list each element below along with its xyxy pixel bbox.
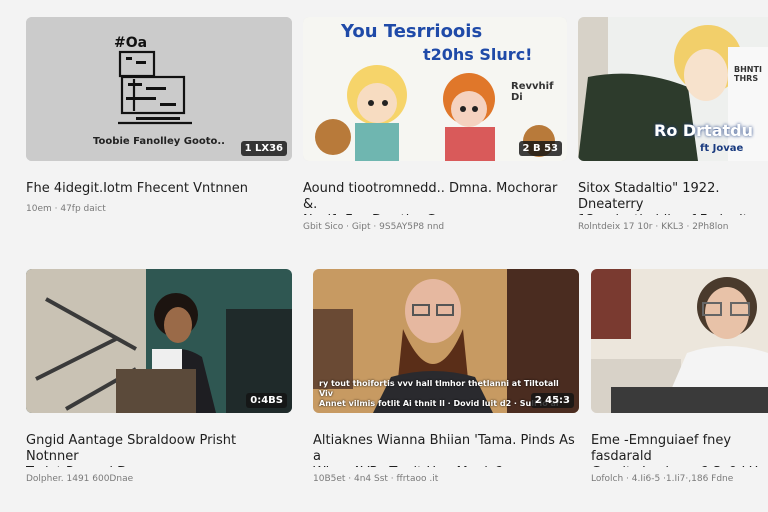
thumbnail-subheadline: t20hs Slurc! <box>423 45 533 64</box>
video-thumbnail[interactable] <box>591 269 768 413</box>
video-card[interactable]: ry tout thoifortis vvv hall tlmhor thetl… <box>313 269 579 484</box>
video-meta: 10B5et · 4n4 Sst · ffrtaoo .it <box>313 474 439 484</box>
duration-badge: 2 B 53 <box>518 141 562 156</box>
video-meta: Lofolch · 4.Ii6-5 ·1.Ii7·,186 Fdne <box>591 474 734 484</box>
video-card[interactable]: Ro Drtatdu ft Jovae BHNTI THRS Sitox Sta… <box>578 17 768 232</box>
duration-badge: 0:4BS <box>246 393 287 408</box>
thumbnail-drawing <box>591 269 768 413</box>
thumbnail-headline: Ro Drtatdu <box>654 121 753 140</box>
thumbnail-sign-text: #Oa <box>114 35 148 51</box>
thumbnail-subheadline: ft Jovae <box>700 143 744 154</box>
video-card[interactable]: 0:4BS Gngid Aantage Sbraldoow Prisht Not… <box>26 269 292 484</box>
video-meta: Rolntdeix 17 10r · KKL3 · 2Ph8lon <box>578 222 729 232</box>
video-meta: Gbit Sico · Gipt · 9S5AY5P8 nnd <box>303 222 445 232</box>
video-thumbnail[interactable]: 0:4BS <box>26 269 292 413</box>
video-meta: 10em · 47fp daict <box>26 204 106 214</box>
video-meta: Dolpher. 1491 600Dnae <box>26 474 134 484</box>
video-thumbnail[interactable]: You Tesrrioois t20hs Slurc! Revvhif Di 2… <box>303 17 567 161</box>
thumbnail-side-text: Revvhif Di <box>511 81 554 103</box>
video-title[interactable]: Sitox Stadaltio" 1922. Dneaterry 13 a do… <box>578 181 768 215</box>
video-grid: #Oa Toobie Fanolley Gooto.. 1 LX36 Fhe 4… <box>0 0 768 512</box>
video-title[interactable]: Aound tiootromnedd.. Dmna. Mochorar &. N… <box>303 181 567 215</box>
video-title[interactable]: Eme -Emnguiaef fney fasdarald Goorits La… <box>591 433 768 467</box>
duration-badge: 2 45:3 <box>530 393 574 408</box>
video-title[interactable]: Altiaknes Wianna Bhiian 'Tama. Pinds As … <box>313 433 579 467</box>
video-thumbnail[interactable]: Ro Drtatdu ft Jovae BHNTI THRS <box>578 17 768 161</box>
video-title[interactable]: Fhe 4idegit.Iotm Fhecent Vntnnen <box>26 181 292 197</box>
video-thumbnail[interactable]: #Oa Toobie Fanolley Gooto.. 1 LX36 <box>26 17 292 161</box>
video-title[interactable]: Gngid Aantage Sbraldoow Prisht Notnner T… <box>26 433 292 467</box>
duration-badge: 1 LX36 <box>240 141 287 156</box>
video-card[interactable]: Eme -Emnguiaef fney fasdarald Goorits La… <box>591 269 768 484</box>
video-card[interactable]: #Oa Toobie Fanolley Gooto.. 1 LX36 Fhe 4… <box>26 17 292 214</box>
thumbnail-side-text: BHNTI THRS <box>734 65 762 83</box>
video-thumbnail[interactable]: ry tout thoifortis vvv hall tlmhor thetl… <box>313 269 579 413</box>
video-card[interactable]: You Tesrrioois t20hs Slurc! Revvhif Di 2… <box>303 17 567 232</box>
thumbnail-headline: You Tesrrioois <box>341 21 483 42</box>
thumbnail-drawing <box>26 269 292 413</box>
